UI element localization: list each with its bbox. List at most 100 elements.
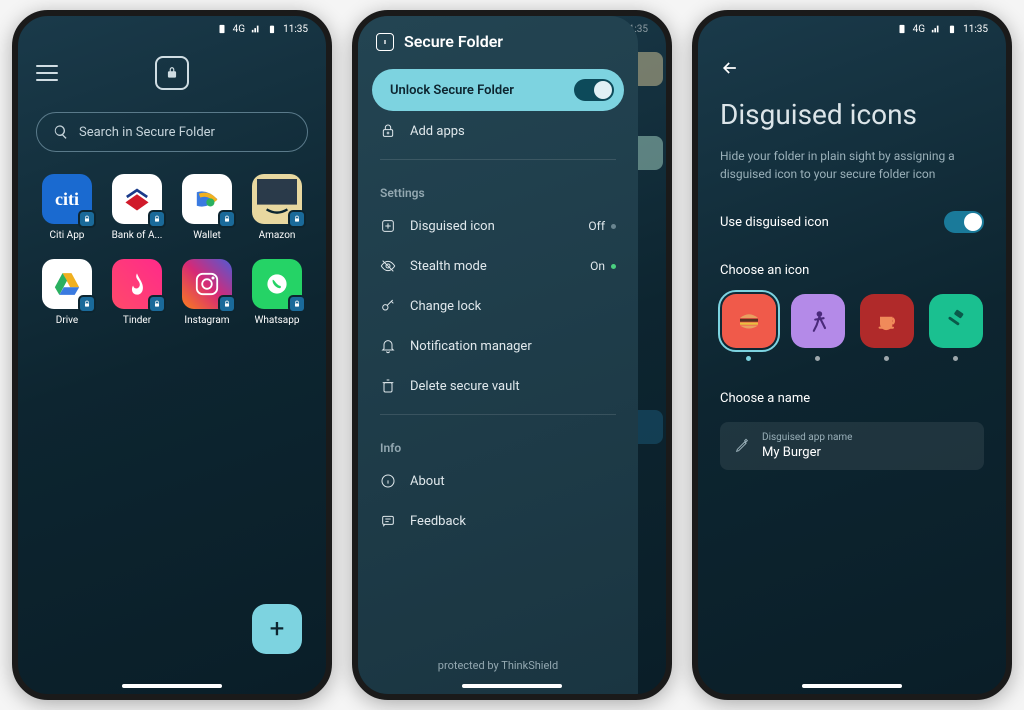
signal-icon xyxy=(251,24,261,34)
network-label: 4G xyxy=(913,24,925,35)
battery-icon xyxy=(267,24,277,34)
wallet-icon xyxy=(182,174,232,224)
bell-icon xyxy=(380,338,396,354)
settings-heading: Settings xyxy=(358,168,638,206)
page-title: Disguised icons xyxy=(720,98,984,131)
clock: 11:35 xyxy=(283,24,308,35)
status-dot-on xyxy=(611,264,616,269)
icon-option-burger[interactable] xyxy=(720,294,777,361)
app-instagram[interactable]: Instagram xyxy=(176,259,238,326)
app-tinder[interactable]: Tinder xyxy=(106,259,168,326)
menu-disguised-icon[interactable]: Disguised icon Off xyxy=(358,206,638,246)
app-label: Drive xyxy=(56,315,78,326)
app-amazon[interactable]: Amazon xyxy=(246,174,308,241)
instagram-icon xyxy=(182,259,232,309)
selected-indicator xyxy=(884,356,889,361)
trash-icon xyxy=(380,378,396,394)
page-description: Hide your folder in plain sight by assig… xyxy=(720,147,984,183)
icon-option-dance[interactable] xyxy=(789,294,846,361)
info-heading: Info xyxy=(358,423,638,461)
add-button[interactable]: + xyxy=(252,604,302,654)
app-wallet[interactable]: Wallet xyxy=(176,174,238,241)
battery-icon xyxy=(947,24,957,34)
use-disguised-toggle-row[interactable]: Use disguised icon xyxy=(720,211,984,233)
hammer-icon xyxy=(929,294,983,348)
app-label: Citi App xyxy=(50,230,85,241)
clock: 11:35 xyxy=(963,24,988,35)
unlock-toggle[interactable] xyxy=(574,79,614,101)
unlock-label: Unlock Secure Folder xyxy=(390,83,514,98)
status-dot-off xyxy=(611,224,616,229)
phone-screen-1-home: 4G 11:35 Search in Secure Folder citi Ci… xyxy=(12,10,332,700)
icon-option-coffee[interactable] xyxy=(858,294,915,361)
unlock-toggle-row[interactable]: Unlock Secure Folder xyxy=(372,69,624,111)
menu-about[interactable]: About xyxy=(358,461,638,501)
back-button[interactable] xyxy=(720,48,984,98)
selected-indicator xyxy=(746,356,751,361)
menu-delete-vault[interactable]: Delete secure vault xyxy=(358,366,638,406)
amazon-icon xyxy=(252,174,302,224)
drive-icon xyxy=(42,259,92,309)
app-grid: citi Citi App Bank of A... Wallet xyxy=(18,152,326,348)
lock-badge-icon xyxy=(78,295,96,313)
app-label: Amazon xyxy=(259,230,296,241)
dance-icon xyxy=(791,294,845,348)
search-placeholder: Search in Secure Folder xyxy=(79,125,215,140)
home-indicator xyxy=(462,684,562,688)
divider xyxy=(380,159,616,160)
menu-notification-manager[interactable]: Notification manager xyxy=(358,326,638,366)
menu-button[interactable] xyxy=(36,65,58,81)
search-input[interactable]: Search in Secure Folder xyxy=(36,112,308,152)
selected-indicator xyxy=(953,356,958,361)
choose-name-heading: Choose a name xyxy=(720,391,984,406)
sim-icon xyxy=(217,24,227,34)
app-label: Whatsapp xyxy=(255,315,300,326)
app-label: Tinder xyxy=(123,315,151,326)
icon-options xyxy=(720,294,984,361)
menu-add-apps[interactable]: Add apps xyxy=(358,111,638,151)
home-indicator xyxy=(122,684,222,688)
name-field-label: Disguised app name xyxy=(762,432,852,443)
lock-badge-icon xyxy=(218,210,236,228)
menu-feedback[interactable]: Feedback xyxy=(358,501,638,541)
phone-screen-2-drawer: 4G 11:35 Secure Folder Unlock Secure Fol… xyxy=(352,10,672,700)
lock-badge-icon xyxy=(288,210,306,228)
arrow-left-icon xyxy=(720,58,740,78)
tinder-icon xyxy=(112,259,162,309)
signal-icon xyxy=(931,24,941,34)
pencil-icon xyxy=(734,438,750,454)
disguise-icon xyxy=(380,218,396,234)
divider xyxy=(380,414,616,415)
info-icon xyxy=(380,473,396,489)
selected-indicator xyxy=(815,356,820,361)
burger-icon xyxy=(722,294,776,348)
eye-off-icon xyxy=(380,258,396,274)
secure-folder-logo xyxy=(155,56,189,90)
app-citi[interactable]: citi Citi App xyxy=(36,174,98,241)
choose-icon-heading: Choose an icon xyxy=(720,263,984,278)
app-drive[interactable]: Drive xyxy=(36,259,98,326)
app-label: Wallet xyxy=(193,230,221,241)
drawer-header: Secure Folder xyxy=(358,26,638,65)
name-input[interactable]: Disguised app name My Burger xyxy=(720,422,984,470)
use-disguised-toggle[interactable] xyxy=(944,211,984,233)
icon-option-hammer[interactable] xyxy=(927,294,984,361)
menu-change-lock[interactable]: Change lock xyxy=(358,286,638,326)
lock-badge-icon xyxy=(288,295,306,313)
app-bank-of-america[interactable]: Bank of A... xyxy=(106,174,168,241)
lock-badge-icon xyxy=(148,295,166,313)
citi-icon: citi xyxy=(42,174,92,224)
boa-icon xyxy=(112,174,162,224)
menu-stealth-mode[interactable]: Stealth mode On xyxy=(358,246,638,286)
key-icon xyxy=(380,298,396,314)
navigation-drawer: Secure Folder Unlock Secure Folder Add a… xyxy=(358,16,638,694)
app-label: Bank of A... xyxy=(112,230,163,241)
app-whatsapp[interactable]: Whatsapp xyxy=(246,259,308,326)
app-label: Instagram xyxy=(184,315,229,326)
lock-badge-icon xyxy=(78,210,96,228)
footer-text: protected by ThinkShield xyxy=(358,659,638,694)
lock-plus-icon xyxy=(380,123,396,139)
lock-badge-icon xyxy=(218,295,236,313)
drawer-title: Secure Folder xyxy=(404,32,503,51)
phone-screen-3-disguised: 4G 11:35 Disguised icons Hide your folde… xyxy=(692,10,1012,700)
